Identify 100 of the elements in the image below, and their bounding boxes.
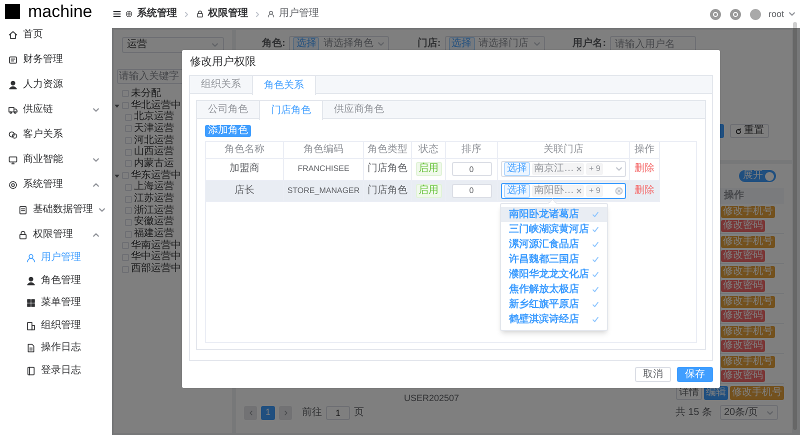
tree-node-label[interactable]: 未分配: [131, 88, 161, 99]
sidebar-item[interactable]: 菜单管理: [0, 292, 112, 314]
close-icon[interactable]: [576, 188, 582, 194]
sort-input[interactable]: 0: [452, 162, 492, 176]
tab[interactable]: 角色关系: [252, 76, 316, 95]
previous-page-button[interactable]: [244, 406, 257, 420]
tree-node-label[interactable]: 浙江运营: [134, 206, 174, 216]
action-button[interactable]: 修改手机号: [721, 236, 775, 248]
table-cell: USER202507: [404, 393, 460, 403]
sidebar-item[interactable]: 登录日志: [0, 360, 112, 382]
table-cell: FRANCHISEE: [284, 159, 364, 180]
delete-link[interactable]: 删除: [634, 164, 654, 174]
action-button[interactable]: 修改手机号: [721, 266, 775, 278]
grid-icon: [26, 298, 36, 308]
action-button[interactable]: 修改密码: [721, 370, 765, 382]
goto-label: 前往: [302, 408, 322, 418]
sidebar-item[interactable]: 首页: [0, 22, 112, 47]
sidebar-item[interactable]: 人力资源: [0, 72, 112, 97]
avatar[interactable]: [750, 8, 762, 20]
sidebar-item[interactable]: 商业智能: [0, 147, 112, 172]
dropdown-option[interactable]: 新乡红旗平原店: [501, 297, 607, 312]
dropdown-option[interactable]: 鹤壁淇滨诗经店: [501, 312, 607, 327]
breadcrumb-item[interactable]: 权限管理: [208, 9, 248, 19]
action-button[interactable]: 修改手机号: [721, 356, 775, 368]
reset-button[interactable]: 重置: [730, 124, 769, 138]
store-select[interactable]: 选择 南京江… + 9: [501, 161, 626, 178]
tree-node-label[interactable]: 华北运营中: [131, 100, 181, 111]
tree-node-label[interactable]: 华中运营中: [131, 252, 181, 262]
tree-node-label[interactable]: 西部运营中: [131, 264, 181, 274]
select-tag[interactable]: 选择: [293, 37, 320, 51]
tree-node-label[interactable]: 天津运营: [134, 124, 174, 134]
action-button[interactable]: 修改手机号: [721, 296, 775, 308]
tree-node-label[interactable]: 山西运营: [134, 147, 174, 158]
dropdown-option[interactable]: 许昌魏都三国店: [501, 252, 607, 267]
sidebar-item[interactable]: 权限管理: [0, 222, 112, 247]
chevron-down-icon: [615, 165, 623, 174]
app-name: machine: [28, 2, 92, 20]
action-button[interactable]: 修改密码: [721, 280, 765, 292]
action-button[interactable]: 修改密码: [721, 220, 765, 232]
sidebar-item[interactable]: 用户管理: [0, 247, 112, 270]
tree-node-label[interactable]: 内蒙古运: [134, 158, 174, 169]
action-button[interactable]: 修改密码: [721, 310, 765, 322]
sidebar-item[interactable]: 组织管理: [0, 314, 112, 337]
action-button[interactable]: 修改密码: [721, 250, 765, 262]
menu-icon[interactable]: [113, 10, 121, 18]
sidebar-item[interactable]: 基础数据管理: [0, 197, 112, 222]
dropdown-option[interactable]: 濮阳华龙龙文化店: [501, 267, 607, 282]
sidebar-item[interactable]: 财务管理: [0, 47, 112, 72]
tree-node-label[interactable]: 河北运营: [134, 136, 174, 146]
tree-node-label[interactable]: 华南运营中: [131, 240, 181, 251]
save-button[interactable]: 保存: [677, 367, 713, 382]
page-size-select[interactable]: 20条/页: [720, 405, 778, 420]
action-button[interactable]: 编辑: [704, 386, 728, 400]
caret-down-icon[interactable]: [114, 102, 120, 109]
page-button[interactable]: 1: [261, 406, 275, 420]
column-header: 角色类型: [364, 142, 412, 158]
store-select[interactable]: 选择 南阳卧… + 9: [501, 182, 626, 199]
input-field[interactable]: 请输入用户名: [610, 36, 696, 52]
tree-node-label[interactable]: 安徽运营: [134, 217, 174, 228]
clipboard-icon: [18, 204, 28, 214]
tree-node-label[interactable]: 北京运营: [134, 112, 174, 122]
tab[interactable]: 公司角色: [197, 101, 259, 119]
dropdown-option[interactable]: 三门峡湖滨黄河店: [501, 222, 607, 237]
person-icon: [26, 276, 36, 286]
user-name[interactable]: root: [768, 10, 784, 18]
sort-input[interactable]: 0: [452, 184, 492, 198]
store-tag: 南阳卧…: [532, 184, 584, 197]
dropdown-option[interactable]: 南阳卧龙诸葛店: [501, 207, 607, 222]
tree-node-label[interactable]: 江苏运营: [134, 194, 174, 204]
tree-node-label[interactable]: 福建运营: [134, 229, 174, 240]
tab[interactable]: 门店角色: [259, 101, 323, 120]
column-header: 关联门店: [498, 142, 630, 158]
dropdown-option[interactable]: 漯河源汇食品店: [501, 237, 607, 252]
action-button[interactable]: 修改密码: [721, 340, 765, 352]
dropdown-option[interactable]: 焦作解放太极店: [501, 282, 607, 297]
sidebar-item[interactable]: 系统管理: [0, 172, 112, 197]
select-tag[interactable]: 选择: [504, 184, 530, 198]
clear-icon[interactable]: [615, 186, 623, 195]
sidebar-item[interactable]: 客户关系: [0, 122, 112, 147]
close-icon[interactable]: [576, 166, 582, 172]
page-input[interactable]: 1: [326, 406, 350, 420]
toggle-switch[interactable]: 展开: [739, 170, 776, 182]
sidebar-item[interactable]: 供应链: [0, 97, 112, 122]
caret-down-icon[interactable]: [114, 172, 120, 179]
select-tag[interactable]: 选择: [504, 162, 530, 176]
tree-node-label[interactable]: 上海运营: [134, 182, 174, 192]
tab[interactable]: 供应商角色: [323, 101, 395, 119]
cancel-button[interactable]: 取消: [635, 367, 671, 382]
delete-link[interactable]: 删除: [634, 186, 654, 196]
next-page-button[interactable]: [279, 406, 292, 420]
action-button[interactable]: 修改手机号: [721, 326, 775, 338]
select-tag[interactable]: 选择: [448, 37, 475, 51]
action-button[interactable]: 修改手机号: [730, 386, 784, 400]
breadcrumb-item[interactable]: 系统管理: [137, 9, 177, 19]
tree-node-label[interactable]: 华东运营中: [131, 170, 181, 181]
sidebar-item[interactable]: 操作日志: [0, 337, 112, 360]
sidebar-item[interactable]: 角色管理: [0, 270, 112, 292]
filter-label: 用户名:: [572, 39, 606, 49]
add-role-button[interactable]: 添加角色: [205, 125, 251, 137]
action-button[interactable]: 修改手机号: [721, 206, 775, 218]
